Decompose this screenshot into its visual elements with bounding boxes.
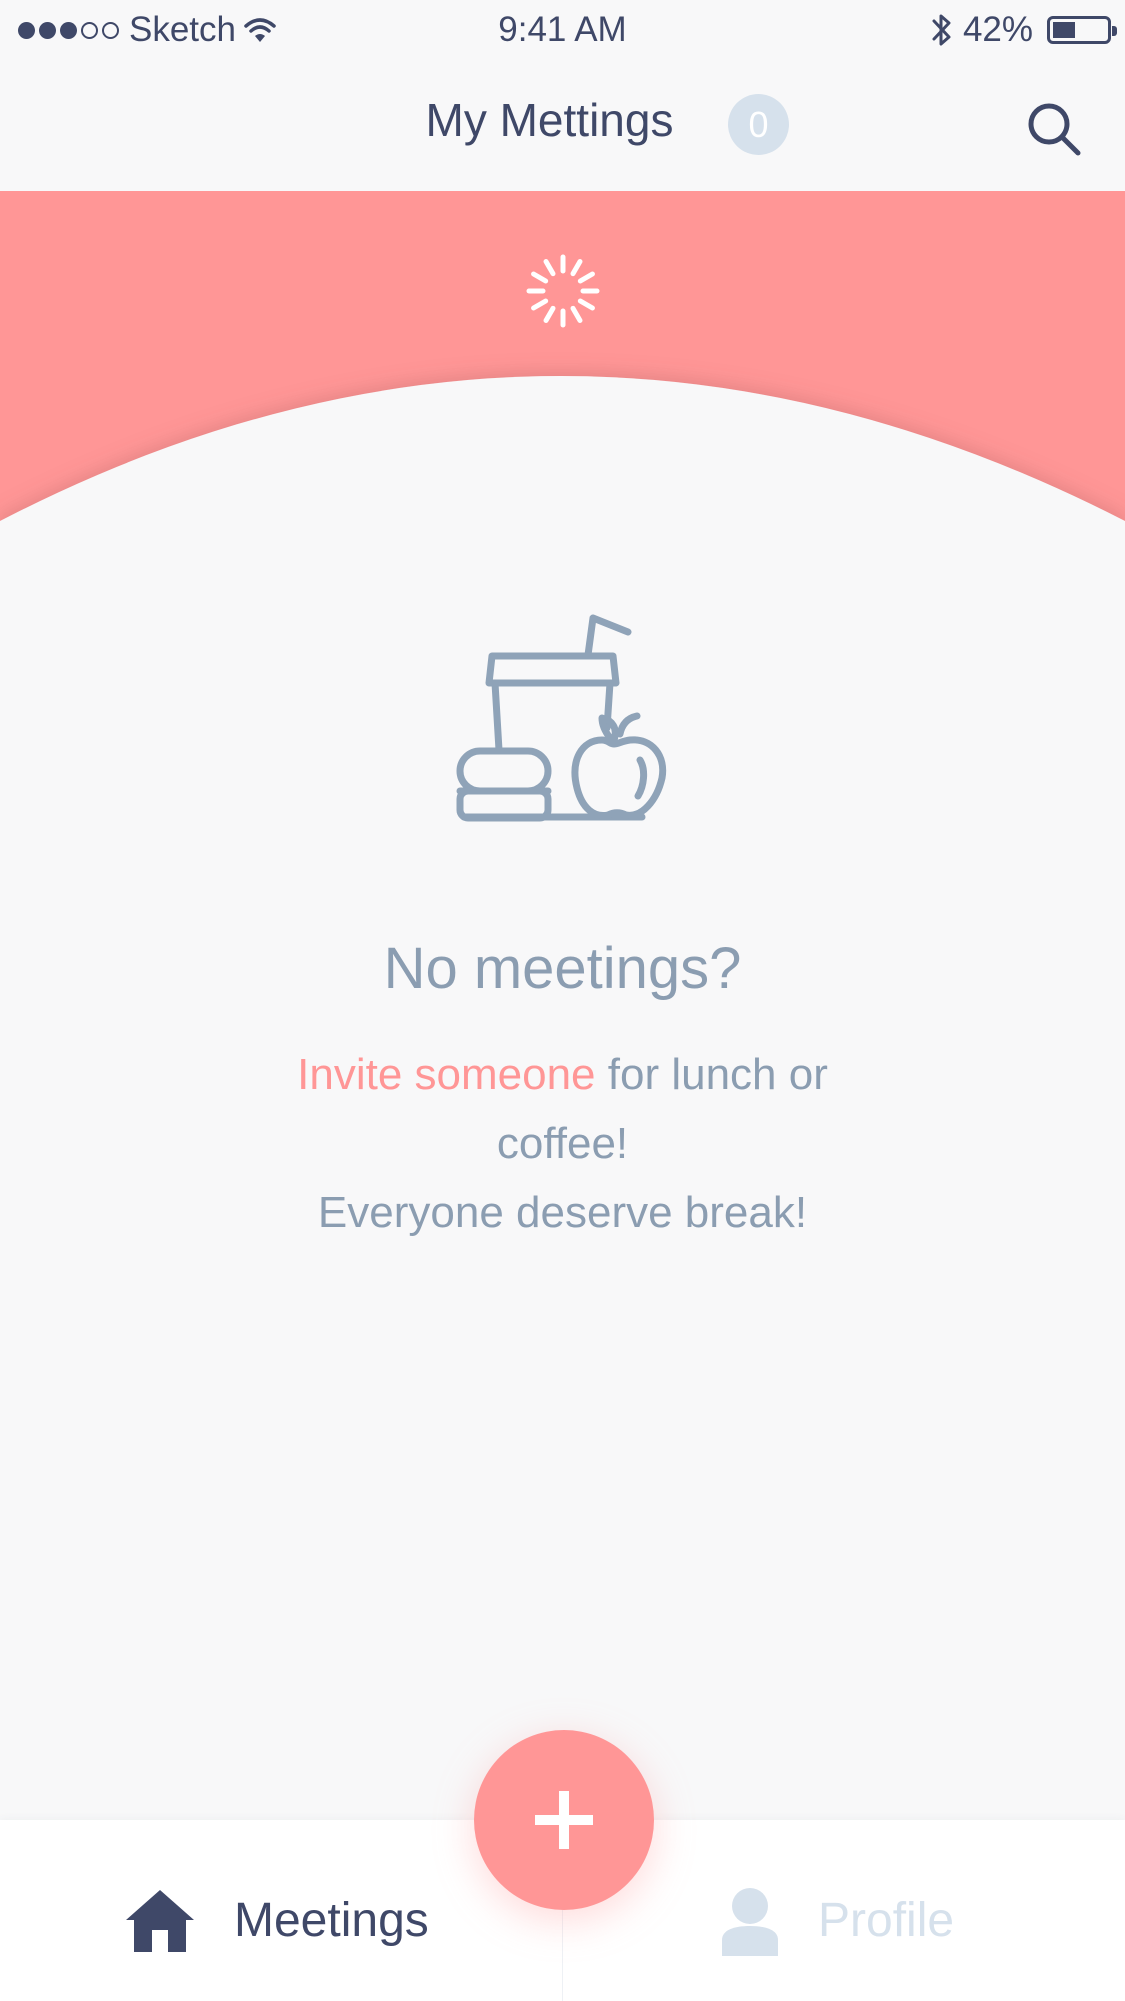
battery-fill [1053, 22, 1075, 38]
add-meeting-button[interactable] [474, 1730, 654, 1910]
page-title: My Mettings [425, 94, 674, 146]
invite-someone-link[interactable]: Invite someone [297, 1050, 595, 1099]
empty-state-message: Invite someone for lunch or coffee! Ever… [230, 1040, 895, 1247]
battery-icon [1047, 16, 1117, 44]
hero-banner [0, 191, 1125, 551]
nav-bar: My Mettings 0 [0, 63, 1125, 191]
user-icon [722, 1887, 778, 1956]
plus-icon [535, 1791, 593, 1849]
loading-spinner-icon [526, 254, 600, 328]
search-icon[interactable] [1022, 97, 1086, 161]
message-line-2: Everyone deserve break! [317, 1188, 808, 1237]
nav-title-wrap: My Mettings [0, 93, 1125, 147]
tab-profile-label: Profile [818, 1894, 955, 1947]
meetings-count-badge: 0 [728, 94, 789, 155]
status-bar: Sketch 9:41 AM 42% [0, 0, 1125, 63]
food-drink-icon [456, 614, 667, 822]
home-icon [126, 1889, 194, 1952]
status-right: 42% [931, 10, 1117, 50]
bluetooth-icon [932, 14, 951, 46]
tab-meetings-label: Meetings [234, 1894, 429, 1947]
battery-percent: 42% [962, 10, 1033, 49]
hero-curve [0, 191, 1125, 551]
empty-state-title: No meetings? [383, 936, 742, 1001]
